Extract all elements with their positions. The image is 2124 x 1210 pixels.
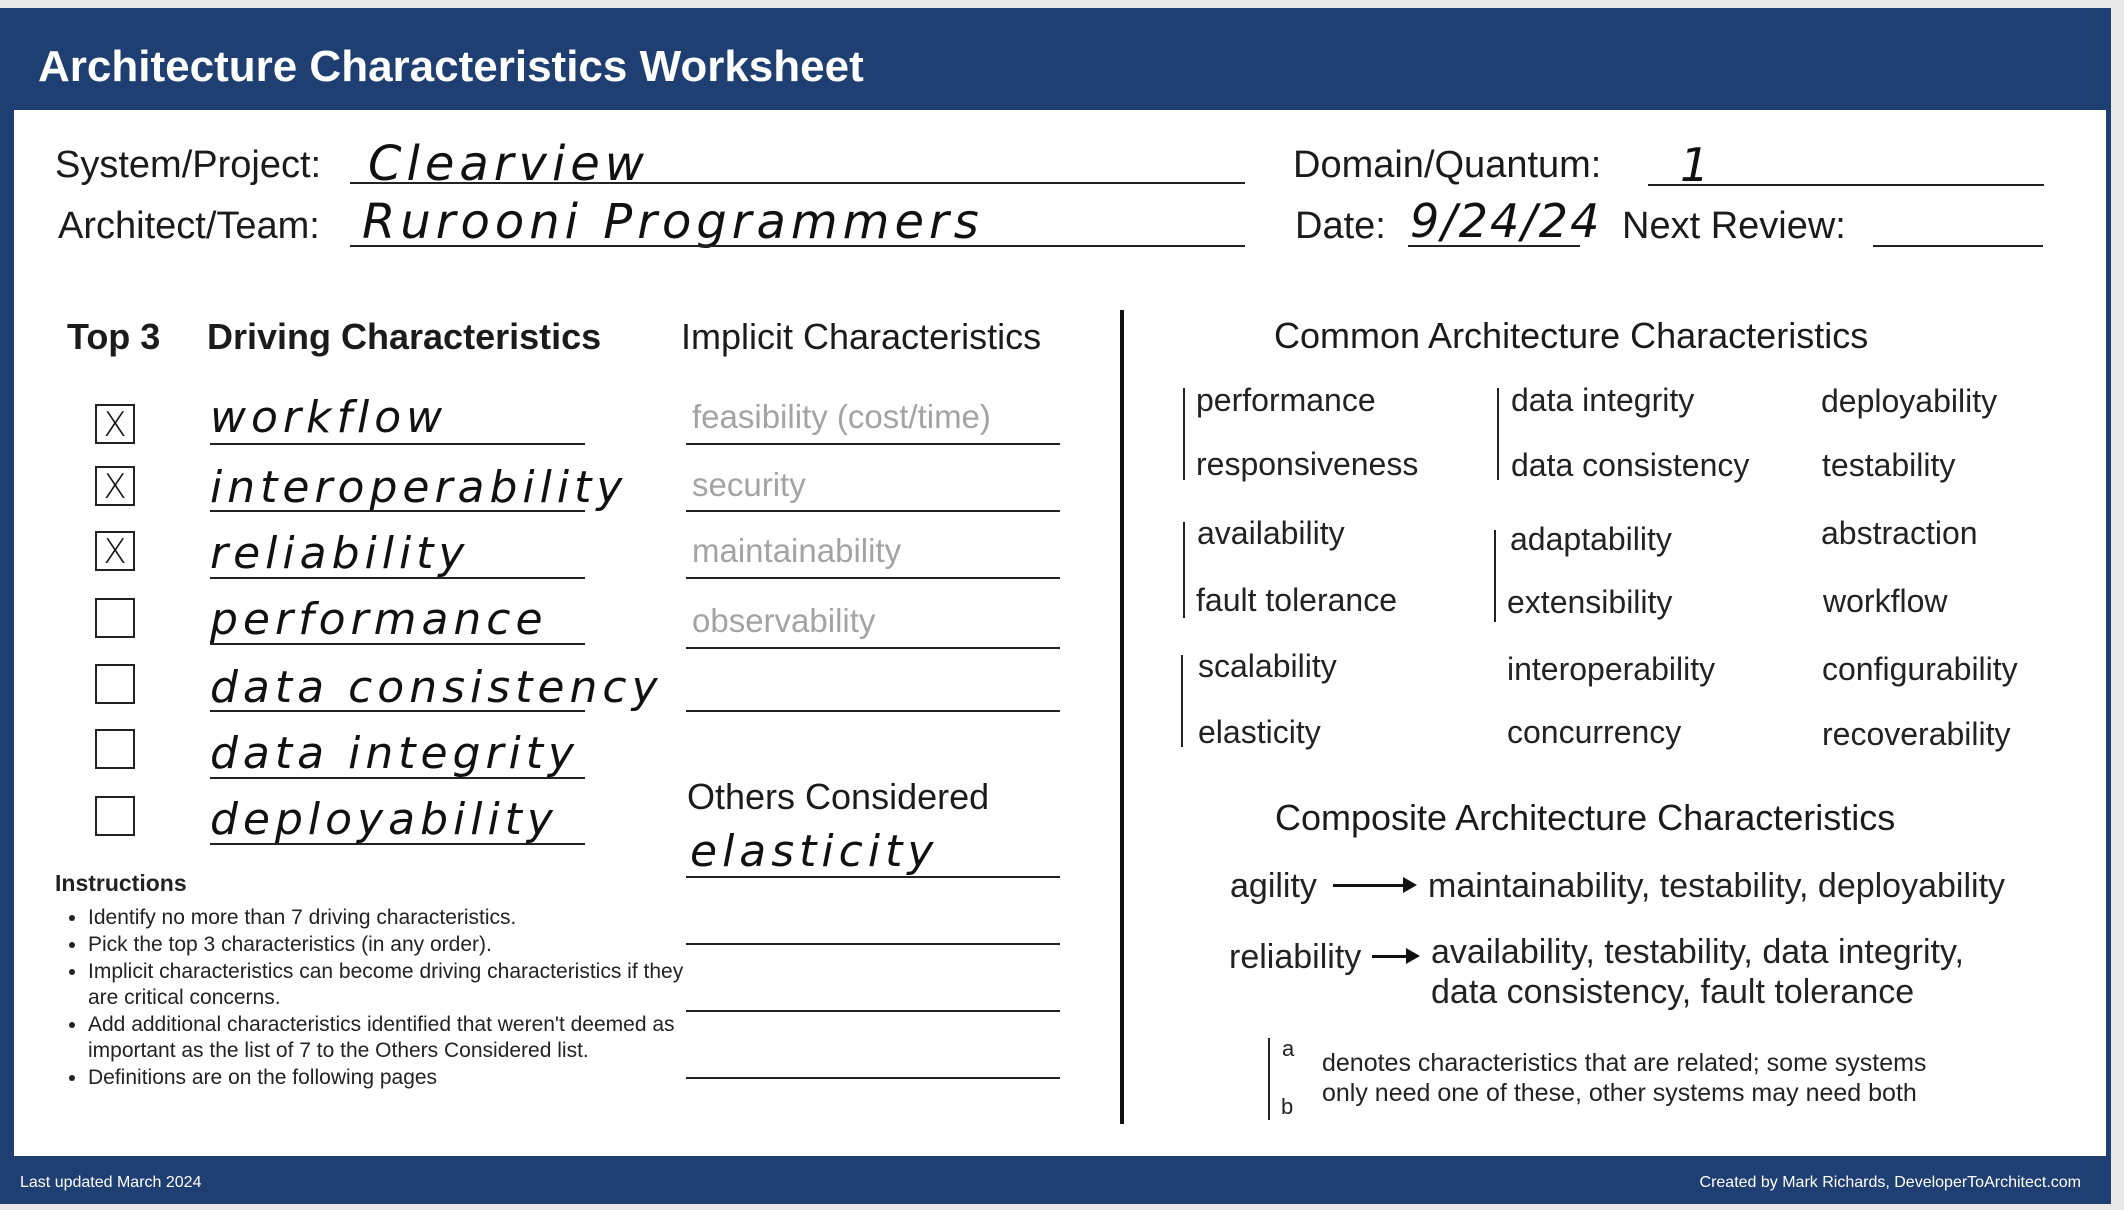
common-heading: Common Architecture Characteristics [1274, 315, 1869, 356]
driving-value[interactable]: deployability [210, 794, 558, 845]
domain-label: Domain/Quantum: [1293, 144, 1602, 186]
implicit-item[interactable]: maintainability [692, 532, 901, 570]
implicit-line [686, 710, 1060, 712]
page-title: Architecture Characteristics Worksheet [38, 42, 864, 91]
column-divider [1120, 310, 1124, 1124]
related-bracket [1494, 530, 1496, 622]
domain-line [1648, 184, 2044, 186]
driving-line [210, 510, 585, 512]
others-line [686, 1077, 1060, 1079]
related-bracket [1183, 522, 1185, 618]
implicit-item[interactable]: feasibility (cost/time) [692, 398, 991, 436]
common-char: adaptability [1510, 521, 1672, 557]
instructions-list: Identify no more than 7 driving characte… [54, 905, 708, 1092]
common-char: recoverability [1822, 716, 2011, 752]
driving-line [210, 577, 585, 579]
instructions-title: Instructions [55, 870, 187, 896]
related-bracket [1183, 388, 1185, 480]
instruction-item: Identify no more than 7 driving characte… [88, 905, 708, 931]
common-char: testability [1822, 447, 1956, 483]
others-heading: Others Considered [687, 776, 990, 817]
top3-checkbox[interactable]: X [95, 404, 135, 444]
driving-line [210, 843, 585, 845]
next-review-line [1873, 245, 2043, 247]
reliability-label: reliability [1229, 938, 1362, 976]
system-line [350, 182, 1245, 184]
common-char: interoperability [1507, 651, 1716, 687]
common-char: scalability [1198, 648, 1337, 684]
related-bracket [1497, 388, 1499, 480]
common-char: configurability [1822, 651, 2018, 687]
implicit-line [686, 510, 1060, 512]
legend-a: a [1282, 1036, 1295, 1061]
implicit-item[interactable]: observability [692, 602, 875, 640]
implicit-heading: Implicit Characteristics [681, 316, 1042, 357]
common-char: availability [1197, 515, 1345, 551]
legend-text-line1: denotes characteristics that are related… [1322, 1049, 1927, 1077]
others-line [686, 876, 1060, 878]
instruction-item: Add additional characteristics identifie… [88, 1012, 708, 1064]
legend-b: b [1281, 1094, 1294, 1119]
driving-value[interactable]: data integrity [210, 728, 579, 779]
driving-line [210, 710, 585, 712]
common-char: elasticity [1198, 714, 1321, 750]
common-char: data integrity [1511, 382, 1695, 418]
common-char: deployability [1821, 383, 1998, 419]
footer-credit: Created by Mark Richards, DeveloperToArc… [1699, 1174, 2081, 1191]
top3-checkbox[interactable] [95, 729, 135, 769]
implicit-line [686, 647, 1060, 649]
common-char: concurrency [1507, 714, 1682, 750]
others-item[interactable]: elasticity [690, 826, 938, 877]
date-label: Date: [1295, 205, 1386, 247]
driving-line [210, 643, 585, 645]
instruction-item: Implicit characteristics can become driv… [88, 959, 708, 1011]
next-review-label: Next Review: [1622, 205, 1846, 247]
reliability-value-line1: availability, testability, data integrit… [1431, 933, 1964, 971]
composite-heading: Composite Architecture Characteristics [1275, 797, 1896, 838]
common-char: fault tolerance [1196, 582, 1398, 618]
driving-value[interactable]: reliability [210, 528, 469, 579]
top3-checkbox[interactable] [95, 796, 135, 836]
related-bracket [1181, 655, 1183, 747]
arrow-icon [1372, 948, 1420, 964]
agility-label: agility [1230, 867, 1317, 905]
top3-checkbox[interactable] [95, 598, 135, 638]
top3-checkbox[interactable] [95, 664, 135, 704]
driving-value[interactable]: performance [210, 594, 548, 645]
reliability-value-line2: data consistency, fault tolerance [1431, 973, 1915, 1011]
agility-value: maintainability, testability, deployabil… [1428, 867, 2006, 905]
driving-heading: Driving Characteristics [207, 316, 602, 357]
implicit-item[interactable]: security [692, 466, 806, 504]
common-char: performance [1196, 382, 1376, 418]
driving-value[interactable]: data consistency [210, 662, 663, 713]
driving-line [210, 443, 585, 445]
arrow-icon [1333, 877, 1417, 893]
date-value[interactable]: 9/24/24 [1410, 194, 1601, 248]
legend-text-line2: only need one of these, other systems ma… [1322, 1079, 1917, 1107]
top3-checkbox[interactable]: X [95, 531, 135, 571]
others-line [686, 1010, 1060, 1012]
top3-checkbox[interactable]: X [95, 466, 135, 506]
instruction-item: Definitions are on the following pages [88, 1065, 708, 1091]
date-line [1408, 245, 1580, 247]
team-value[interactable]: Rurooni Programmers [362, 194, 984, 250]
legend-bracket [1268, 1038, 1270, 1120]
common-char: extensibility [1507, 584, 1673, 620]
team-label: Architect/Team: [58, 205, 320, 247]
team-line [350, 245, 1245, 247]
implicit-line [686, 577, 1060, 579]
top3-heading: Top 3 [67, 316, 161, 357]
driving-line [210, 777, 585, 779]
driving-value[interactable]: workflow [210, 392, 447, 443]
common-char: responsiveness [1196, 446, 1419, 482]
others-line [686, 943, 1060, 945]
driving-value[interactable]: interoperability [210, 462, 627, 513]
footer-updated: Last updated March 2024 [20, 1174, 202, 1191]
common-char: data consistency [1511, 447, 1750, 483]
instruction-item: Pick the top 3 characteristics (in any o… [88, 932, 708, 958]
common-char: workflow [1823, 583, 1948, 619]
common-char: abstraction [1821, 515, 1978, 551]
system-label: System/Project: [55, 144, 322, 186]
implicit-line [686, 443, 1060, 445]
